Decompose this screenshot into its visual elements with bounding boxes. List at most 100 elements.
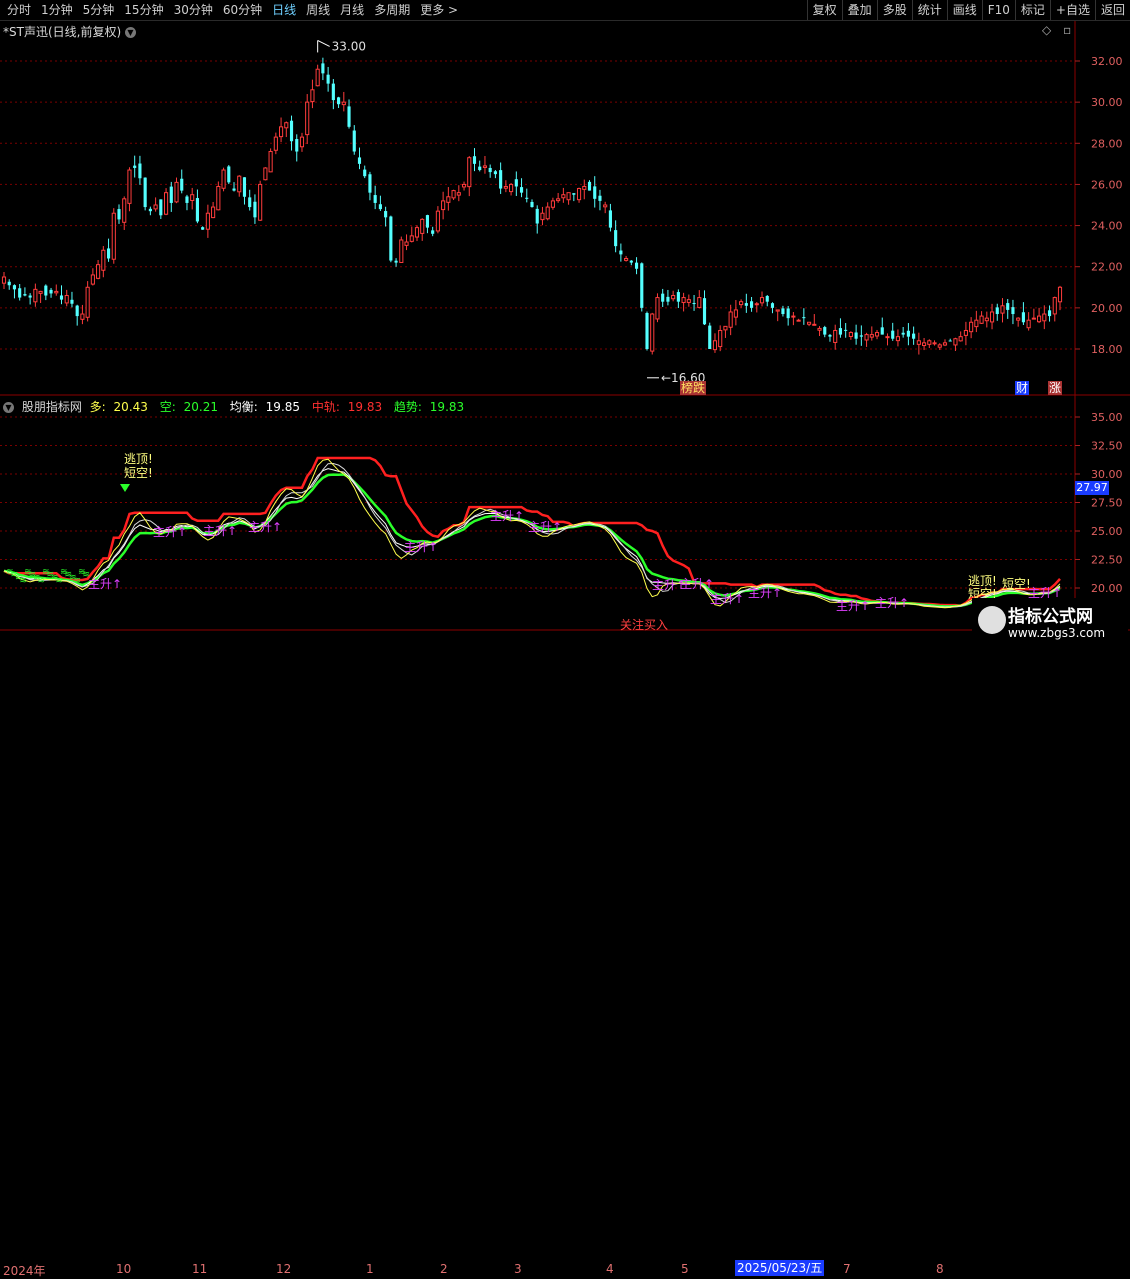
- candle-body: [979, 315, 984, 324]
- candle-body: [775, 309, 780, 312]
- chevron-down-icon[interactable]: ▼: [124, 27, 136, 38]
- candle-body: [666, 296, 670, 302]
- mark-button[interactable]: 标记: [1014, 0, 1050, 20]
- candle-body: [509, 183, 514, 193]
- restore-rights-button[interactable]: 复权: [806, 0, 842, 20]
- signal-mark: ≋: [56, 576, 64, 586]
- zhonggui-label: 中轨: 19.83: [311, 400, 383, 414]
- candle-body: [712, 340, 718, 351]
- diamond-icon[interactable]: ◇: [1042, 23, 1051, 37]
- candle-body: [451, 190, 456, 199]
- signal-rise: 主升↑: [248, 520, 282, 534]
- chevron-down-icon[interactable]: ▼: [3, 402, 14, 413]
- down-arrow-icon: [120, 484, 130, 492]
- tab-60min[interactable]: 60分钟: [218, 0, 267, 20]
- candle-body: [441, 200, 446, 211]
- tab-more[interactable]: 更多 >: [415, 0, 463, 20]
- back-button[interactable]: 返回: [1094, 0, 1130, 20]
- candle-body: [686, 299, 691, 303]
- panel-controls: ◇ ▫: [1042, 23, 1071, 37]
- date-label: 5: [681, 1262, 689, 1276]
- indicator-header: ▼ 股朋指标网 多: 20.43 空: 20.21 均衡: 19.85 中轨: …: [3, 398, 472, 415]
- overlay-button[interactable]: 叠加: [841, 0, 877, 20]
- candle-body: [984, 317, 989, 322]
- square-icon[interactable]: ▫: [1063, 23, 1071, 37]
- watermark-logo-icon: [978, 606, 1006, 634]
- candle-body: [697, 297, 702, 308]
- candle-body: [556, 198, 561, 202]
- candle-body: [138, 163, 142, 179]
- candle-body: [122, 198, 127, 223]
- candle-body: [848, 332, 853, 337]
- candle-body: [279, 126, 284, 138]
- date-label: 11: [192, 1262, 208, 1276]
- candle-body: [535, 208, 539, 224]
- watermark-url: www.zbgs3.com: [1008, 626, 1106, 640]
- candle-body: [211, 206, 216, 219]
- candle-body: [838, 328, 843, 335]
- candle-body: [23, 294, 27, 296]
- candle-body: [1047, 310, 1052, 317]
- candle-body: [357, 157, 362, 164]
- qushi-line: [3, 473, 1061, 608]
- candle-body: [1031, 317, 1036, 320]
- kline-chart[interactable]: 32.00 30.00 28.00 26.00 24.00 22.00 20.00 18.00…: [0, 21, 1130, 650]
- duo-value: 20.43: [113, 400, 148, 414]
- candle-body: [802, 317, 806, 319]
- candle-body: [221, 169, 226, 189]
- indicator-axis-label: 22.50: [1091, 554, 1123, 567]
- tab-fenshi[interactable]: 分时: [2, 0, 36, 20]
- candle-body: [891, 330, 895, 339]
- tab-15min[interactable]: 15分钟: [119, 0, 168, 20]
- candle-body: [373, 195, 377, 203]
- indicator-axis-label: 20.00: [1091, 582, 1123, 595]
- candle-body: [1026, 319, 1031, 329]
- date-label: 12: [276, 1262, 292, 1276]
- candle-body: [478, 166, 482, 171]
- candle-body: [608, 210, 612, 228]
- candle-body: [932, 342, 937, 345]
- date-cursor-label: 2025/05/23/五: [735, 1260, 825, 1276]
- signal-rise: 主升↑: [680, 577, 714, 591]
- candle-body: [284, 122, 289, 129]
- candle-body: [295, 139, 299, 152]
- tab-1min[interactable]: 1分钟: [36, 0, 78, 20]
- candle-body: [299, 136, 305, 148]
- candle-body: [833, 329, 838, 343]
- candle-body: [263, 167, 268, 181]
- tab-weekly[interactable]: 周线: [301, 0, 335, 20]
- tab-multi-period[interactable]: 多周期: [369, 0, 415, 20]
- tab-monthly[interactable]: 月线: [335, 0, 369, 20]
- tab-30min[interactable]: 30分钟: [169, 0, 218, 20]
- candle-body: [969, 321, 974, 333]
- statistics-button[interactable]: 统计: [911, 0, 947, 20]
- candle-body: [195, 198, 199, 222]
- indicator-axis-label: 30.00: [1091, 468, 1123, 481]
- period-toolbar: 分时 1分钟 5分钟 15分钟 30分钟 60分钟 日线 周线 月线 多周期 更…: [0, 0, 1130, 21]
- high-price-label: 33.00: [332, 39, 366, 53]
- kong-value: 20.21: [183, 400, 218, 414]
- candle-body: [420, 218, 425, 234]
- price-axis-label: 22.00: [1091, 261, 1123, 274]
- tab-daily[interactable]: 日线: [267, 0, 301, 20]
- candle-body: [227, 166, 231, 183]
- candle-body: [352, 130, 356, 152]
- f10-button[interactable]: F10: [981, 0, 1015, 20]
- candle-body: [435, 210, 440, 232]
- add-watchlist-button[interactable]: +自选: [1049, 0, 1095, 20]
- date-label: 10: [116, 1262, 132, 1276]
- draw-line-button[interactable]: 画线: [946, 0, 982, 20]
- tab-5min[interactable]: 5分钟: [78, 0, 120, 20]
- price-axis-label: 18.00: [1091, 343, 1123, 356]
- signal-rise: 主升↑: [875, 596, 909, 610]
- candle-body: [305, 101, 310, 136]
- candle-body: [906, 330, 910, 337]
- candle-body: [1042, 313, 1047, 322]
- candle-body: [1000, 305, 1005, 314]
- duo-label: 多: 20.43: [89, 400, 148, 414]
- candle-body: [587, 181, 592, 191]
- date-axis: 2024年 10 11 12 1 2 3 4 5 2025/05/23/五 7 …: [0, 630, 1075, 1278]
- candle-body: [974, 319, 979, 328]
- multi-stock-button[interactable]: 多股: [876, 0, 912, 20]
- candle-body: [446, 196, 451, 203]
